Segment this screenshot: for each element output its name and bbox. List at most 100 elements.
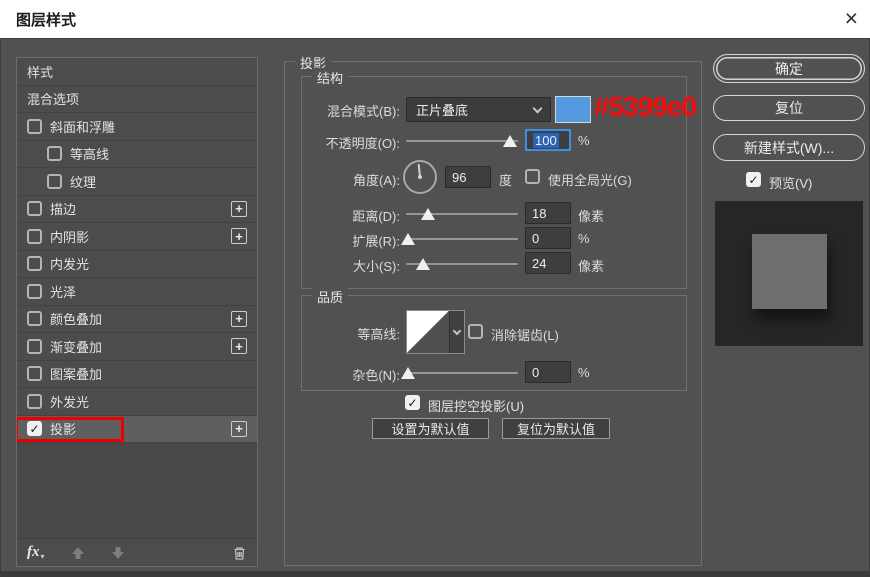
sidebar-item-12[interactable]: 外发光 (17, 388, 257, 416)
style-enable-checkbox[interactable] (27, 284, 42, 299)
style-enable-checkbox[interactable] (27, 256, 42, 271)
style-enable-checkbox[interactable] (27, 339, 42, 354)
blend-mode-value: 正片叠底 (416, 100, 468, 119)
sidebar-item-label: 等高线 (70, 144, 109, 163)
sidebar-item-13[interactable]: ✓ 投影 + (17, 416, 257, 444)
noise-unit: % (578, 365, 590, 380)
spread-slider[interactable] (406, 227, 518, 251)
style-enable-checkbox[interactable] (27, 366, 42, 381)
style-enable-checkbox[interactable] (47, 146, 62, 161)
sidebar-item-label: 渐变叠加 (50, 337, 102, 356)
sidebar-item-3[interactable]: 等高线 (17, 141, 257, 169)
sidebar-item-8[interactable]: 光泽 (17, 278, 257, 306)
move-down-icon[interactable] (111, 546, 125, 560)
slider-thumb[interactable] (421, 208, 435, 220)
spread-unit: % (578, 231, 590, 246)
fx-icon: fx (27, 544, 40, 561)
trash-icon[interactable] (232, 545, 247, 561)
sidebar-item-5[interactable]: 描边+ (17, 196, 257, 224)
slider-thumb[interactable] (401, 233, 415, 245)
contour-thumbnail-icon (407, 311, 449, 353)
structure-legend: 结构 (312, 68, 348, 87)
reset-default-button[interactable]: 复位为默认值 (502, 418, 610, 439)
opacity-input[interactable]: 100 (525, 129, 571, 151)
noise-row: 杂色(N): 0 % (302, 361, 686, 385)
style-enable-checkbox[interactable]: ✓ (27, 421, 42, 436)
structure-section: 结构 混合模式(B): 正片叠底 #5399e0 不透明度(O): 100 (301, 76, 687, 289)
noise-input[interactable]: 0 (525, 361, 571, 383)
noise-slider[interactable] (406, 361, 518, 385)
slider-thumb[interactable] (401, 367, 415, 379)
angle-hub (418, 175, 422, 179)
preview-toggle-row: ✓ 预览(V) (713, 171, 865, 191)
slider-track (406, 238, 518, 240)
slider-track (406, 140, 518, 142)
sidebar-item-label: 斜面和浮雕 (50, 117, 115, 136)
knockout-checkbox[interactable]: ✓ (405, 395, 420, 410)
plus-badge-icon[interactable]: + (231, 338, 247, 354)
contour-dropdown[interactable] (449, 311, 464, 353)
style-enable-checkbox[interactable] (47, 174, 62, 189)
spread-row: 扩展(R): 0 % (302, 227, 686, 251)
title-bar: 图层样式 × (0, 0, 870, 38)
style-enable-checkbox[interactable] (27, 311, 42, 326)
distance-input[interactable]: 18 (525, 202, 571, 224)
style-enable-checkbox[interactable] (27, 229, 42, 244)
new-style-button[interactable]: 新建样式(W)... (713, 134, 865, 161)
sidebar-item-11[interactable]: 图案叠加 (17, 361, 257, 389)
angle-unit: 度 (499, 170, 512, 189)
style-preview (715, 201, 863, 346)
anti-alias-label: 消除锯齿(L) (491, 325, 559, 344)
sidebar-item-7[interactable]: 内发光 (17, 251, 257, 279)
reset-button[interactable]: 复位 (713, 95, 865, 121)
slider-thumb[interactable] (503, 135, 517, 147)
angle-input[interactable]: 96 (445, 166, 491, 188)
opacity-slider[interactable] (406, 129, 518, 153)
sidebar-item-2[interactable]: 斜面和浮雕 (17, 113, 257, 141)
size-slider[interactable] (406, 252, 518, 276)
distance-slider[interactable] (406, 202, 518, 226)
close-icon[interactable]: × (845, 4, 858, 32)
sidebar-item-label: 混合选项 (27, 89, 79, 108)
fx-menu-button[interactable]: fx ▾ (27, 544, 45, 561)
set-default-button[interactable]: 设置为默认值 (372, 418, 489, 439)
slider-thumb[interactable] (416, 258, 430, 270)
sidebar-item-label: 投影 (50, 419, 76, 438)
size-unit: 像素 (578, 256, 604, 275)
sidebar-item-9[interactable]: 颜色叠加 + (17, 306, 257, 334)
sidebar-item-label: 样式 (27, 62, 53, 81)
sidebar-item-10[interactable]: 渐变叠加 + (17, 333, 257, 361)
distance-unit: 像素 (578, 206, 604, 225)
move-up-icon[interactable] (71, 546, 85, 560)
anti-alias-checkbox[interactable] (468, 324, 483, 339)
plus-badge-icon[interactable]: + (231, 228, 247, 244)
contour-label: 等高线: (302, 324, 400, 343)
style-enable-checkbox[interactable] (27, 201, 42, 216)
global-light-checkbox[interactable] (525, 169, 540, 184)
noise-label: 杂色(N): (302, 365, 400, 384)
chevron-down-icon (533, 103, 543, 113)
shadow-color-swatch[interactable] (555, 96, 591, 123)
quality-section: 品质 等高线: 消除锯齿(L) 杂色(N): 0 (301, 295, 687, 391)
size-input[interactable]: 24 (525, 252, 571, 274)
plus-badge-icon[interactable]: + (231, 201, 247, 217)
sidebar-item-0[interactable]: 样式 (17, 58, 257, 86)
sidebar-item-label: 颜色叠加 (50, 309, 102, 328)
sidebar-item-6[interactable]: 内阴影+ (17, 223, 257, 251)
sidebar-item-1[interactable]: 混合选项 (17, 86, 257, 114)
preview-checkbox[interactable]: ✓ (746, 172, 761, 187)
ok-button[interactable]: 确定 (713, 54, 865, 83)
sidebar-item-label: 外发光 (50, 392, 89, 411)
style-list-toolbar: fx ▾ (17, 538, 257, 566)
style-enable-checkbox[interactable] (27, 119, 42, 134)
blend-mode-select[interactable]: 正片叠底 (406, 97, 551, 122)
spread-input[interactable]: 0 (525, 227, 571, 249)
angle-dial[interactable] (403, 160, 437, 194)
sidebar-item-4[interactable]: 纹理 (17, 168, 257, 196)
style-enable-checkbox[interactable] (27, 394, 42, 409)
plus-badge-icon[interactable]: + (231, 311, 247, 327)
angle-row: 角度(A): 96 度 使用全局光(G) (302, 160, 686, 194)
plus-badge-icon[interactable]: + (231, 421, 247, 437)
contour-picker[interactable] (406, 310, 465, 354)
distance-row: 距离(D): 18 像素 (302, 202, 686, 226)
